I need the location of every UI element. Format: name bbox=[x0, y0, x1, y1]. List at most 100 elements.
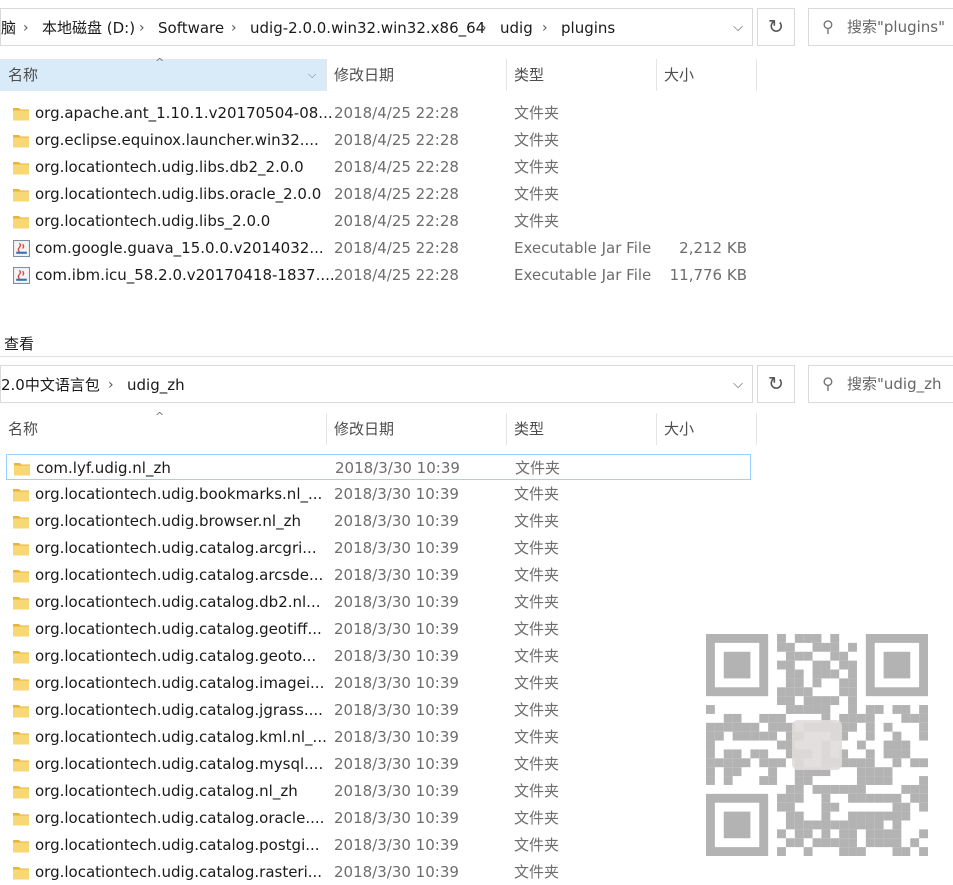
file-row[interactable]: org.locationtech.udig.catalog.postgi... 2… bbox=[6, 832, 751, 858]
breadcrumb-udig-zh[interactable]: udig_zh bbox=[127, 366, 185, 404]
file-row[interactable]: org.locationtech.udig.catalog.db2.nl... 2… bbox=[6, 589, 751, 615]
file-row[interactable]: org.locationtech.udig.catalog.arcgri... 2… bbox=[6, 535, 751, 561]
breadcrumb-this-pc[interactable]: 脑 bbox=[1, 9, 16, 47]
refresh-icon[interactable]: ↻ bbox=[757, 8, 795, 46]
file-type: 文件夹 bbox=[514, 674, 560, 692]
breadcrumb-udig[interactable]: udig bbox=[500, 9, 533, 47]
file-name: com.lyf.udig.nl_zh bbox=[36, 459, 171, 477]
file-row[interactable]: org.locationtech.udig.catalog.kml.nl_...… bbox=[6, 724, 751, 750]
file-date: 2018/3/30 10:39 bbox=[335, 459, 460, 477]
folder-icon bbox=[13, 624, 29, 637]
column-size[interactable]: 大小 bbox=[656, 59, 756, 91]
column-date[interactable]: 修改日期 bbox=[326, 413, 506, 445]
column-date-label: 修改日期 bbox=[334, 420, 395, 438]
file-name: org.locationtech.udig.catalog.imagei... bbox=[35, 674, 325, 692]
address-history-chevron-down-icon[interactable]: ⌵ bbox=[724, 366, 752, 404]
file-name: org.locationtech.udig.catalog.mysql.... bbox=[35, 755, 324, 773]
breadcrumb-separator-icon[interactable]: › bbox=[542, 9, 548, 47]
file-type: 文件夹 bbox=[514, 158, 560, 176]
file-type: 文件夹 bbox=[514, 782, 560, 800]
file-row[interactable]: org.locationtech.udig.catalog.oracle....… bbox=[6, 805, 751, 831]
file-row[interactable]: org.apache.ant_1.10.1.v20170504-08... 201… bbox=[6, 100, 751, 126]
file-type: 文件夹 bbox=[514, 701, 560, 719]
column-name[interactable]: 名称 ^ bbox=[0, 410, 326, 445]
bottom-search-placeholder: 搜索"udig_zh bbox=[847, 375, 942, 393]
file-row[interactable]: org.locationtech.udig.catalog.nl_zh 2018/… bbox=[6, 778, 751, 804]
file-row[interactable]: org.locationtech.udig.catalog.mysql.... 2… bbox=[6, 751, 751, 777]
breadcrumb-software[interactable]: Software bbox=[158, 9, 224, 47]
file-row[interactable]: org.locationtech.udig.catalog.rasteri...… bbox=[6, 859, 751, 885]
file-row[interactable]: org.locationtech.udig.catalog.geoto... 20… bbox=[6, 643, 751, 669]
file-name: org.locationtech.udig.browser.nl_zh bbox=[35, 512, 301, 530]
file-date: 2018/3/30 10:39 bbox=[334, 809, 459, 827]
column-type[interactable]: 类型 bbox=[506, 59, 656, 91]
breadcrumb-separator-icon[interactable]: › bbox=[23, 9, 29, 47]
file-row[interactable]: org.locationtech.udig.libs.oracle_2.0.0 2… bbox=[6, 181, 751, 207]
breadcrumb-separator-icon[interactable]: › bbox=[139, 9, 145, 47]
folder-icon bbox=[11, 131, 29, 149]
breadcrumb-udig-root[interactable]: udig-2.0.0.win32.win32.x86_64 bbox=[250, 9, 485, 47]
breadcrumb-separator-icon[interactable]: › bbox=[108, 366, 114, 404]
folder-icon bbox=[13, 732, 29, 745]
folder-icon bbox=[11, 104, 29, 122]
file-type: 文件夹 bbox=[514, 131, 560, 149]
address-history-chevron-down-icon[interactable]: ⌵ bbox=[724, 9, 752, 47]
bottom-search-input[interactable]: ⚲ 搜索"udig_zh bbox=[808, 365, 953, 403]
file-type: 文件夹 bbox=[514, 212, 560, 230]
file-name: org.locationtech.udig.libs_2.0.0 bbox=[35, 212, 271, 230]
folder-icon bbox=[13, 786, 29, 799]
file-date: 2018/4/25 22:28 bbox=[334, 266, 459, 284]
column-type[interactable]: 类型 bbox=[506, 413, 656, 445]
folder-icon bbox=[13, 570, 29, 583]
file-name: org.locationtech.udig.bookmarks.nl_... bbox=[35, 485, 323, 503]
folder-icon bbox=[13, 813, 29, 826]
top-column-header: 名称 ^ ⌵ 修改日期 类型 大小 bbox=[0, 56, 953, 91]
column-dropdown-chevron-icon[interactable]: ⌵ bbox=[308, 59, 316, 91]
top-search-placeholder: 搜索"plugins" bbox=[847, 18, 946, 36]
top-search-input[interactable]: ⚲ 搜索"plugins" bbox=[808, 8, 953, 46]
folder-icon bbox=[11, 647, 29, 665]
file-row[interactable]: com.lyf.udig.nl_zh 2018/3/30 10:39 文件夹 bbox=[6, 454, 751, 480]
file-row[interactable]: org.eclipse.equinox.launcher.win32.... 20… bbox=[6, 127, 751, 153]
breadcrumb-drive-d[interactable]: 本地磁盘 (D:) bbox=[42, 9, 135, 47]
top-address-box[interactable]: 脑 › 本地磁盘 (D:) › Software › udig-2.0.0.wi… bbox=[0, 8, 753, 46]
file-name: org.locationtech.udig.catalog.db2.nl... bbox=[35, 593, 321, 611]
file-name: com.google.guava_15.0.0.v2014032... bbox=[35, 239, 324, 257]
column-divider[interactable] bbox=[756, 413, 757, 445]
file-row[interactable]: com.google.guava_15.0.0.v2014032... 2018/… bbox=[6, 235, 751, 261]
file-row[interactable]: org.locationtech.udig.browser.nl_zh 2018/… bbox=[6, 508, 751, 534]
file-row[interactable]: org.locationtech.udig.catalog.arcsde... 2… bbox=[6, 562, 751, 588]
refresh-icon[interactable]: ↻ bbox=[757, 365, 795, 403]
file-type: Executable Jar File bbox=[514, 266, 652, 284]
breadcrumb-plugins[interactable]: plugins bbox=[561, 9, 615, 47]
sort-ascending-icon: ^ bbox=[155, 410, 165, 423]
folder-icon bbox=[13, 216, 29, 229]
file-date: 2018/3/30 10:39 bbox=[334, 755, 459, 773]
file-type: 文件夹 bbox=[514, 809, 560, 827]
file-row[interactable]: org.locationtech.udig.catalog.jgrass....… bbox=[6, 697, 751, 723]
column-date[interactable]: 修改日期 bbox=[326, 59, 506, 91]
jar-file-icon bbox=[11, 239, 30, 257]
file-row[interactable]: org.locationtech.udig.catalog.imagei... 2… bbox=[6, 670, 751, 696]
bottom-address-box[interactable]: 2.0中文语言包 › udig_zh ⌵ bbox=[0, 365, 753, 403]
folder-icon bbox=[11, 566, 29, 584]
file-date: 2018/3/30 10:39 bbox=[334, 728, 459, 746]
column-name[interactable]: 名称 ^ ⌵ bbox=[0, 56, 326, 91]
view-menu-label[interactable]: 查看 bbox=[4, 333, 34, 354]
column-divider[interactable] bbox=[756, 59, 757, 91]
folder-icon bbox=[13, 162, 29, 175]
file-row[interactable]: org.locationtech.udig.libs.db2_2.0.0 2018… bbox=[6, 154, 751, 180]
folder-icon bbox=[13, 867, 29, 880]
file-date: 2018/4/25 22:28 bbox=[334, 212, 459, 230]
column-name-label: 名称 bbox=[8, 420, 39, 438]
breadcrumb-language-pack[interactable]: 2.0中文语言包 bbox=[1, 366, 100, 404]
column-name-label: 名称 bbox=[8, 66, 39, 84]
file-row[interactable]: org.locationtech.udig.libs_2.0.0 2018/4/2… bbox=[6, 208, 751, 234]
file-row[interactable]: com.ibm.icu_58.2.0.v20170418-1837.... 201… bbox=[6, 262, 751, 288]
column-size[interactable]: 大小 bbox=[656, 413, 756, 445]
breadcrumb-separator-icon[interactable]: › bbox=[481, 9, 487, 47]
file-row[interactable]: org.locationtech.udig.catalog.geotiff...… bbox=[6, 616, 751, 642]
breadcrumb-separator-icon[interactable]: › bbox=[231, 9, 237, 47]
file-row[interactable]: org.locationtech.udig.bookmarks.nl_... 20… bbox=[6, 481, 751, 507]
top-address-bar: 脑 › 本地磁盘 (D:) › Software › udig-2.0.0.wi… bbox=[0, 0, 953, 56]
